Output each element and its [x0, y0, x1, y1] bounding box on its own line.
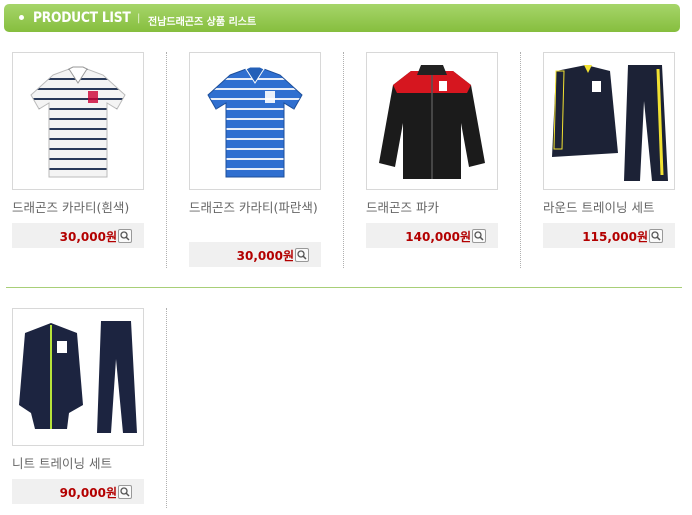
product-image-parka[interactable] — [366, 52, 498, 190]
product-price: 30,000원 — [236, 249, 294, 263]
product-image-round-training-set[interactable] — [543, 52, 675, 190]
magnifier-icon[interactable] — [118, 229, 132, 243]
price-box: 30,000원 — [12, 223, 144, 248]
product-name[interactable]: 드래곤즈 파카 — [366, 198, 504, 217]
header-subtitle: 전남드래곤즈 상품 리스트 — [148, 17, 257, 28]
product-image-blue-polo[interactable] — [189, 52, 321, 190]
product-price: 90,000원 — [59, 486, 117, 500]
row-divider — [6, 287, 682, 288]
bullet-dot-icon — [19, 15, 24, 20]
product-name[interactable]: 라운드 트레이닝 세트 — [543, 198, 681, 217]
product-price: 140,000원 — [405, 230, 471, 244]
product-image-white-polo[interactable] — [12, 52, 144, 190]
price-box: 115,000원 — [543, 223, 675, 248]
product-name[interactable]: 니트 트레이닝 세트 — [12, 454, 150, 473]
price-box: 30,000원 — [189, 242, 321, 267]
product-name[interactable]: 드래곤즈 카라티(파란색) — [189, 198, 327, 217]
header-title: PRODUCT LIST — [33, 10, 131, 26]
column-divider — [520, 52, 521, 268]
product-name[interactable]: 드래곤즈 카라티(흰색) — [12, 198, 150, 217]
column-divider — [343, 52, 344, 268]
magnifier-icon[interactable] — [118, 485, 132, 499]
header-separator: | — [137, 13, 141, 24]
column-divider — [166, 308, 167, 508]
price-box: 140,000원 — [366, 223, 498, 248]
magnifier-icon[interactable] — [295, 248, 309, 262]
magnifier-icon[interactable] — [472, 229, 486, 243]
column-divider — [166, 52, 167, 268]
product-price: 30,000원 — [59, 230, 117, 244]
price-box: 90,000원 — [12, 479, 144, 504]
product-list-header: PRODUCT LIST | 전남드래곤즈 상품 리스트 — [4, 4, 680, 32]
product-price: 115,000원 — [582, 230, 648, 244]
magnifier-icon[interactable] — [649, 229, 663, 243]
product-image-knit-training-set[interactable] — [12, 308, 144, 446]
